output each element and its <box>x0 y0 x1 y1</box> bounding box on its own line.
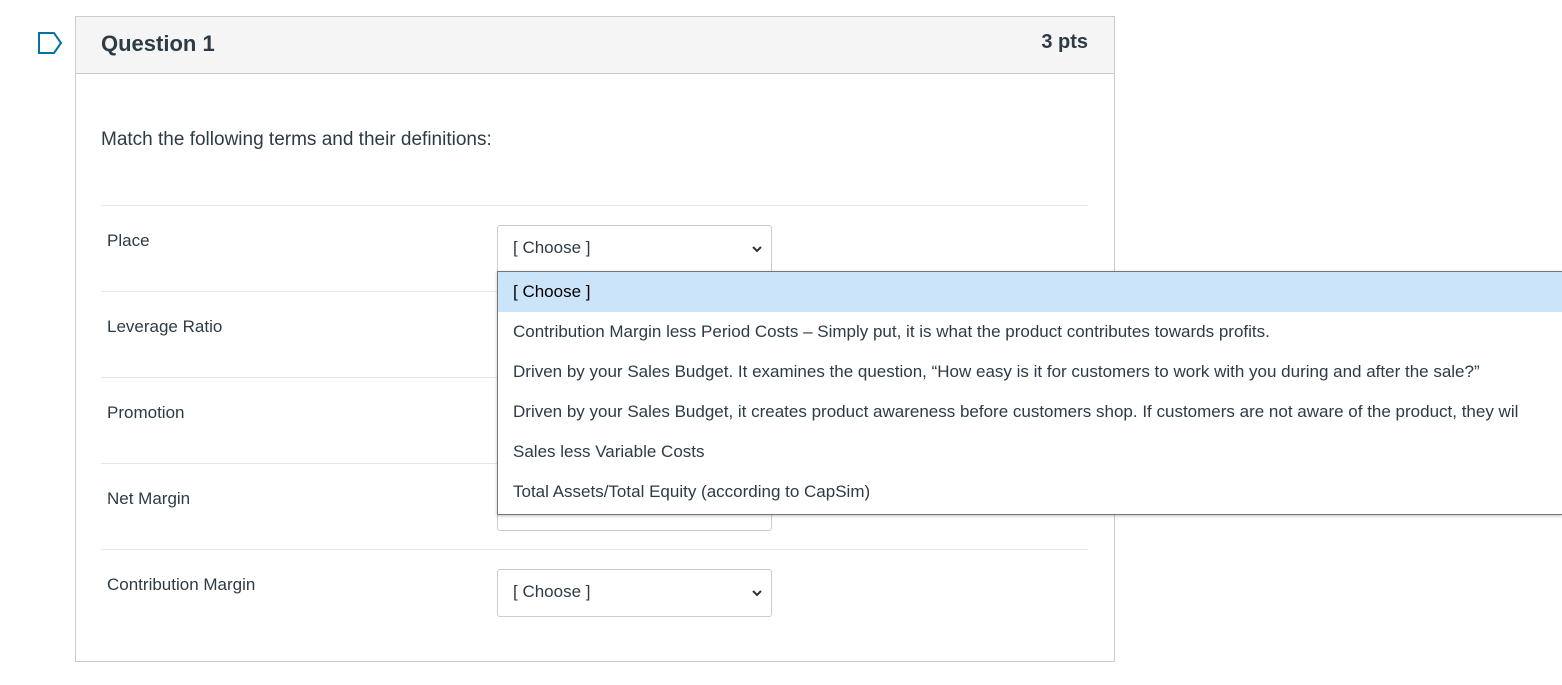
question-points: 3 pts <box>1041 31 1088 53</box>
definition-select-contribution-margin[interactable]: [ Choose ] <box>497 569 772 617</box>
dropdown-option-promotion-def[interactable]: Driven by your Sales Budget, it creates … <box>498 392 1562 432</box>
dropdown-option-leverage-ratio-def[interactable]: Total Assets/Total Equity (according to … <box>498 472 1562 512</box>
term-label: Net Margin <box>107 489 191 508</box>
match-row-contribution-margin: Contribution Margin [ Choose ] <box>101 549 1088 635</box>
dropdown-option-place-def[interactable]: Driven by your Sales Budget. It examines… <box>498 352 1562 392</box>
select-value: [ Choose ] <box>513 238 591 257</box>
definition-dropdown-list: [ Choose ] Contribution Margin less Peri… <box>497 271 1562 515</box>
dropdown-option-choose[interactable]: [ Choose ] <box>498 272 1562 312</box>
quiz-page: Question 1 3 pts Match the following ter… <box>0 0 1562 685</box>
question-title: Question 1 <box>101 31 215 56</box>
term-label: Contribution Margin <box>107 575 256 594</box>
term-label: Place <box>107 231 150 250</box>
question-header: Question 1 3 pts <box>76 17 1114 74</box>
select-value: [ Choose ] <box>513 582 591 601</box>
flag-question-icon[interactable] <box>37 31 63 55</box>
chevron-down-icon <box>752 246 762 253</box>
term-label: Promotion <box>107 403 185 422</box>
question-prompt: Match the following terms and their defi… <box>101 129 492 150</box>
term-label: Leverage Ratio <box>107 317 223 336</box>
dropdown-option-net-margin-def[interactable]: Contribution Margin less Period Costs – … <box>498 312 1562 352</box>
dropdown-option-contribution-margin-def[interactable]: Sales less Variable Costs <box>498 432 1562 472</box>
chevron-down-icon <box>752 590 762 597</box>
definition-select-place[interactable]: [ Choose ] <box>497 225 772 273</box>
